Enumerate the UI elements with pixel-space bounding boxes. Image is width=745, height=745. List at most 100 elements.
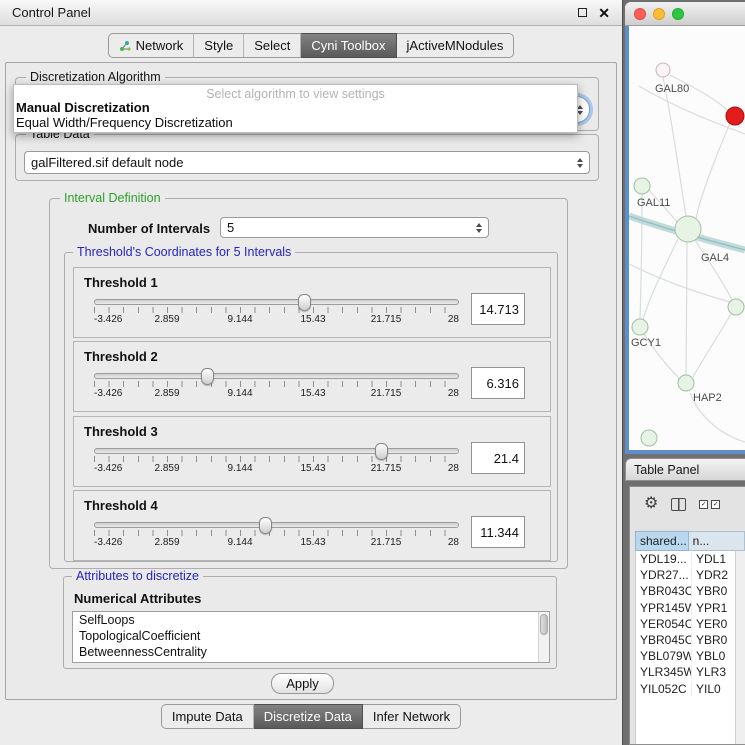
list-item[interactable]: SelfLoops xyxy=(73,612,549,628)
interval-definition-group: Interval Definition Number of Intervals … xyxy=(49,198,568,569)
slider-thumb[interactable] xyxy=(259,517,272,534)
network-node-selected[interactable] xyxy=(726,107,744,125)
numerical-attributes-list[interactable]: SelfLoops TopologicalCoefficient Between… xyxy=(72,611,550,663)
checkbox-icon[interactable]: ✓ xyxy=(699,500,708,509)
slider-thumb[interactable] xyxy=(201,368,214,385)
slider-track[interactable] xyxy=(94,448,459,454)
slider-thumb[interactable] xyxy=(298,294,311,311)
network-node[interactable] xyxy=(634,178,650,194)
table-row[interactable]: YLR345WYLR3 xyxy=(636,664,735,680)
column-header-name[interactable]: n... xyxy=(689,531,745,551)
float-window-icon[interactable] xyxy=(578,8,587,17)
threshold-4-label: Threshold 4 xyxy=(84,498,158,513)
threshold-4-slider[interactable]: -3.4262.8599.14415.4321.71528 xyxy=(94,522,459,549)
table-row[interactable]: YDR27...YDR2 xyxy=(636,567,735,583)
tab-network[interactable]: Network xyxy=(108,33,195,58)
scrollbar-thumb[interactable] xyxy=(540,614,548,635)
control-panel-titlebar: Control Panel ✕ xyxy=(0,0,622,26)
threshold-4-value-field[interactable]: 11.344 xyxy=(471,516,525,548)
threshold-2-panel: Threshold 2 -3.4262.8599.14415.4321.7152… xyxy=(73,341,551,412)
node-label: GCY1 xyxy=(631,337,661,349)
table-data-group: Table Data galFiltered.sif default node xyxy=(15,134,599,181)
network-node[interactable] xyxy=(632,319,648,335)
slider-ticks xyxy=(94,307,459,313)
table-row[interactable]: YER054CYER0 xyxy=(636,616,735,632)
dropdown-item-manual-discretization[interactable]: Manual Discretization xyxy=(14,100,577,115)
column-header-shared-name[interactable]: shared... xyxy=(635,531,689,551)
dropdown-item-equal-width[interactable]: Equal Width/Frequency Discretization xyxy=(14,115,577,130)
slider-ticks xyxy=(94,381,459,387)
close-traffic-light-icon[interactable] xyxy=(634,8,646,20)
number-of-intervals-label: Number of Intervals xyxy=(88,221,210,236)
threshold-2-value-field[interactable]: 6.316 xyxy=(471,367,525,399)
node-label: HAP2 xyxy=(693,392,722,404)
network-node[interactable] xyxy=(641,430,657,446)
slider-track[interactable] xyxy=(94,373,459,379)
dropdown-header: Select algorithm to view settings xyxy=(14,85,577,100)
network-node[interactable] xyxy=(675,216,701,242)
threshold-1-panel: Threshold 1 -3.4262.8599.14415.4321.7152… xyxy=(73,267,551,338)
thresholds-group: Threshold's Coordinates for 5 Intervals … xyxy=(64,252,558,562)
tab-style[interactable]: Style xyxy=(194,33,244,58)
threshold-2-slider[interactable]: -3.4262.8599.14415.4321.71528 xyxy=(94,373,459,400)
threshold-3-panel: Threshold 3 -3.4262.8599.14415.4321.7152… xyxy=(73,416,551,487)
threshold-3-slider[interactable]: -3.4262.8599.14415.4321.71528 xyxy=(94,448,459,475)
list-item[interactable]: TopologicalCoefficient xyxy=(73,628,549,644)
table-row[interactable]: YBR045CYBR0 xyxy=(636,632,735,648)
slider-track[interactable] xyxy=(94,299,459,305)
columns-icon[interactable] xyxy=(671,498,686,511)
table-body: YDL19...YDL1 YDR27...YDR2 YBR043CYBR0 YP… xyxy=(635,551,735,744)
screen: Control Panel ✕ Network Style Select Cyn… xyxy=(0,0,745,745)
tab-select[interactable]: Select xyxy=(244,33,301,58)
threshold-3-label: Threshold 3 xyxy=(84,424,158,439)
tab-cyni-toolbox[interactable]: Cyni Toolbox xyxy=(301,33,396,58)
threshold-1-slider[interactable]: -3.4262.8599.14415.4321.71528 xyxy=(94,299,459,326)
bottom-tabstrip: Impute Data Discretize Data Infer Networ… xyxy=(0,704,622,729)
tab-impute-data[interactable]: Impute Data xyxy=(161,704,254,729)
table-header-row: shared... n... xyxy=(635,531,745,551)
table-row[interactable]: YPR145WYPR1 xyxy=(636,600,735,616)
table-panel-window: ⚙ ✓ ✓ shared... n... YDL19...YDL1 YDR27.… xyxy=(629,486,745,745)
table-row[interactable]: YBL079WYBL0 xyxy=(636,648,735,664)
control-panel-window: Control Panel ✕ Network Style Select Cyn… xyxy=(0,0,623,745)
checkbox-icon[interactable]: ✓ xyxy=(711,500,720,509)
slider-thumb[interactable] xyxy=(375,443,388,460)
number-of-intervals-select[interactable]: 5 xyxy=(220,217,489,238)
node-label: GAL4 xyxy=(701,252,729,264)
tab-infer-network[interactable]: Infer Network xyxy=(363,704,461,729)
table-row[interactable]: YBR043CYBR0 xyxy=(636,583,735,599)
top-tabstrip: Network Style Select Cyni Toolbox jActiv… xyxy=(0,33,622,58)
network-tab-icon xyxy=(119,40,131,52)
select-columns-icons[interactable]: ✓ ✓ xyxy=(699,500,720,509)
table-panel-titlebar[interactable]: Table Panel xyxy=(625,458,745,481)
discretization-algorithm-label: Discretization Algorithm xyxy=(26,70,165,84)
threshold-1-value-field[interactable]: 14.713 xyxy=(471,293,525,325)
table-data-select[interactable]: galFiltered.sif default node xyxy=(24,151,590,174)
slider-track[interactable] xyxy=(94,522,459,528)
list-item[interactable]: BetweennessCentrality xyxy=(73,644,549,660)
tab-jactivemodules[interactable]: jActiveMNodules xyxy=(397,33,515,58)
network-node[interactable] xyxy=(678,375,694,391)
threshold-2-label: Threshold 2 xyxy=(84,349,158,364)
combo-stepper-icon xyxy=(469,223,482,233)
network-window-titlebar[interactable] xyxy=(625,2,745,26)
slider-scale: -3.4262.8599.14415.4321.71528 xyxy=(94,537,459,549)
table-data-value: galFiltered.sif default node xyxy=(31,155,183,170)
cyni-toolbox-panel: Discretization Algorithm Table Data galF… xyxy=(5,62,617,700)
table-scrollbar[interactable] xyxy=(735,551,745,744)
gear-icon[interactable]: ⚙ xyxy=(644,496,658,512)
network-canvas[interactable]: GAL80 GAL11 GAL4 GCY1 HAP2 xyxy=(625,26,745,454)
threshold-3-value-field[interactable]: 21.4 xyxy=(471,442,525,474)
apply-button[interactable]: Apply xyxy=(271,673,334,694)
attributes-group-label: Attributes to discretize xyxy=(72,569,203,583)
tab-discretize-data[interactable]: Discretize Data xyxy=(254,704,363,729)
network-node[interactable] xyxy=(728,299,744,315)
network-node[interactable] xyxy=(656,63,670,77)
table-row[interactable]: YDL19...YDL1 xyxy=(636,551,735,567)
minimize-traffic-light-icon[interactable] xyxy=(653,8,665,20)
algorithm-dropdown-popup: Select algorithm to view settings Manual… xyxy=(13,84,578,133)
zoom-traffic-light-icon[interactable] xyxy=(672,8,684,20)
list-scrollbar[interactable] xyxy=(538,612,549,662)
close-icon[interactable]: ✕ xyxy=(598,6,610,20)
table-row[interactable]: YIL052CYIL0 xyxy=(636,681,735,697)
